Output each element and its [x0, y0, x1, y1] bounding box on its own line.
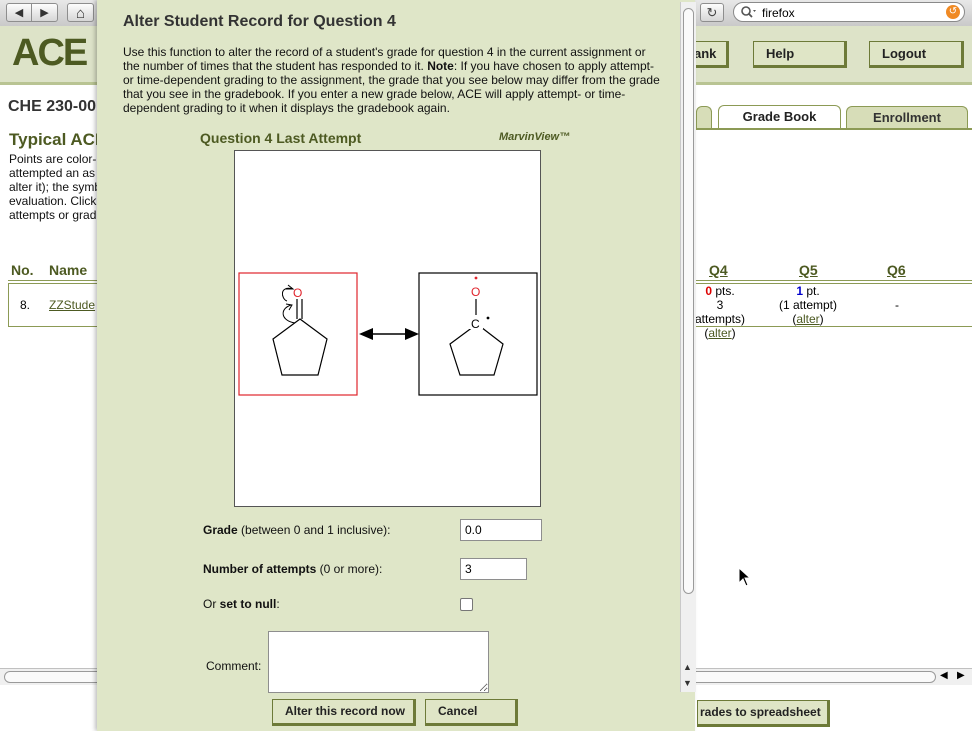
section-description: Points are color- attempted an as alter …: [9, 152, 99, 222]
attempts-label: Number of attempts (0 or more):: [203, 562, 383, 576]
back-button[interactable]: ◀: [6, 3, 32, 22]
alter-record-dialog: Alter Student Record for Question 4 Use …: [97, 0, 696, 731]
question-attempt-heading: Question 4 Last Attempt: [200, 130, 362, 146]
tab-underline: [696, 128, 972, 130]
mouse-cursor-icon: [738, 566, 752, 592]
tab-previous[interactable]: [696, 106, 712, 128]
magnifier-icon: [740, 5, 758, 22]
alter-record-button[interactable]: Alter this record now: [272, 699, 416, 726]
export-to-spreadsheet-button[interactable]: rades to spreadsheet: [697, 700, 830, 727]
section-title: Typical ACE: [9, 130, 107, 149]
null-label: Or set to null:: [203, 597, 280, 611]
column-header-name: Name: [49, 262, 88, 278]
search-value: firefox: [762, 6, 795, 20]
q5-score-cell: 1 pt. (1 attempt) (alter): [778, 284, 838, 326]
scroll-left-icon[interactable]: ◀: [940, 670, 948, 681]
forward-button[interactable]: ▶: [31, 3, 58, 22]
table-left-rule: [8, 283, 9, 326]
tab-enrollment[interactable]: Enrollment: [846, 106, 968, 128]
help-button[interactable]: Help: [753, 41, 847, 68]
comment-textarea[interactable]: [268, 631, 489, 693]
reload-button[interactable]: ↻: [700, 3, 724, 22]
cancel-button[interactable]: Cancel: [425, 699, 518, 726]
scroll-right-icon[interactable]: ▶: [957, 670, 965, 681]
dialog-title: Alter Student Record for Question 4: [123, 13, 396, 30]
q5-alter-link[interactable]: alter: [796, 312, 819, 326]
q6-score-cell: -: [895, 298, 899, 312]
q4-score-cell: 0 pts. 3 attempts) (alter): [694, 284, 745, 340]
svg-text:O: O: [293, 286, 302, 300]
ace-logo: ACE: [12, 32, 88, 74]
dialog-vertical-scrollbar[interactable]: ▲ ▼: [680, 2, 696, 692]
clear-search-icon[interactable]: ↺: [946, 5, 960, 19]
column-header-q4[interactable]: Q4: [709, 262, 728, 278]
svg-text:O: O: [471, 285, 480, 299]
svg-text:C: C: [471, 317, 480, 331]
grade-label: Grade (between 0 and 1 inclusive):: [203, 523, 391, 537]
column-header-q5[interactable]: Q5: [799, 262, 818, 278]
dialog-scroll-thumb[interactable]: [683, 8, 694, 594]
q4-alter-link[interactable]: alter: [708, 326, 731, 340]
column-header-q6[interactable]: Q6: [887, 262, 906, 278]
grade-input[interactable]: [460, 519, 542, 541]
structure-viewer[interactable]: O O C: [234, 150, 541, 507]
resonance-drawing: O O C: [238, 272, 538, 396]
set-to-null-checkbox[interactable]: [460, 598, 473, 611]
home-button[interactable]: ⌂: [67, 3, 94, 22]
scroll-down-icon[interactable]: ▼: [683, 678, 692, 688]
comment-label: Comment:: [206, 659, 262, 673]
column-header-no: No.: [11, 262, 34, 278]
search-field[interactable]: firefox ↺: [733, 2, 965, 22]
tab-grade-book[interactable]: Grade Book: [718, 105, 841, 129]
scroll-up-icon[interactable]: ▲: [683, 662, 692, 672]
logout-button[interactable]: Logout: [869, 41, 964, 68]
marvinview-brand: MarvinView™: [499, 131, 571, 143]
student-name-link[interactable]: ZZStude: [49, 298, 95, 312]
attempts-input[interactable]: [460, 558, 527, 580]
dialog-description: Use this function to alter the record of…: [123, 45, 660, 115]
row-number: 8.: [20, 298, 31, 312]
course-title: CHE 230-00: [8, 98, 97, 115]
